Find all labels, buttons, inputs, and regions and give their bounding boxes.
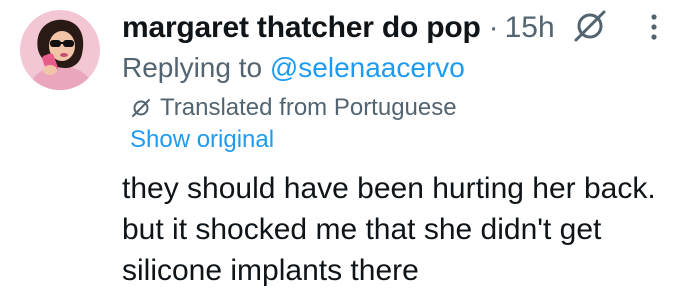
- tweet-text-line: silicone implants there: [122, 254, 419, 287]
- more-options-icon[interactable]: [642, 10, 666, 44]
- tweet[interactable]: margaret thatcher do pop · 15h Replying …: [0, 0, 700, 298]
- tweet-header: margaret thatcher do pop · 15h: [122, 4, 555, 52]
- translation-notice: Translated from Portuguese: [130, 91, 457, 125]
- reply-prefix: Replying to: [122, 52, 270, 83]
- grok-icon[interactable]: [571, 7, 609, 45]
- translated-label: Translated from Portuguese: [160, 94, 457, 121]
- show-original-link[interactable]: Show original: [130, 126, 274, 154]
- grok-icon: [132, 99, 150, 117]
- tweet-text-line: they should have been hurting her back.: [122, 172, 656, 205]
- display-name[interactable]: margaret thatcher do pop: [122, 11, 481, 45]
- reply-context: Replying to @selenaacervo: [122, 52, 465, 84]
- tweet-text-line: but it shocked me that she didn't get: [122, 213, 602, 246]
- separator-dot: ·: [488, 11, 499, 44]
- reply-handle-link[interactable]: @selenaacervo: [270, 52, 465, 83]
- tweet-text: they should have been hurting her back. …: [122, 168, 682, 291]
- timestamp[interactable]: 15h: [505, 11, 555, 45]
- avatar[interactable]: [20, 10, 100, 90]
- avatar-image: [20, 10, 100, 90]
